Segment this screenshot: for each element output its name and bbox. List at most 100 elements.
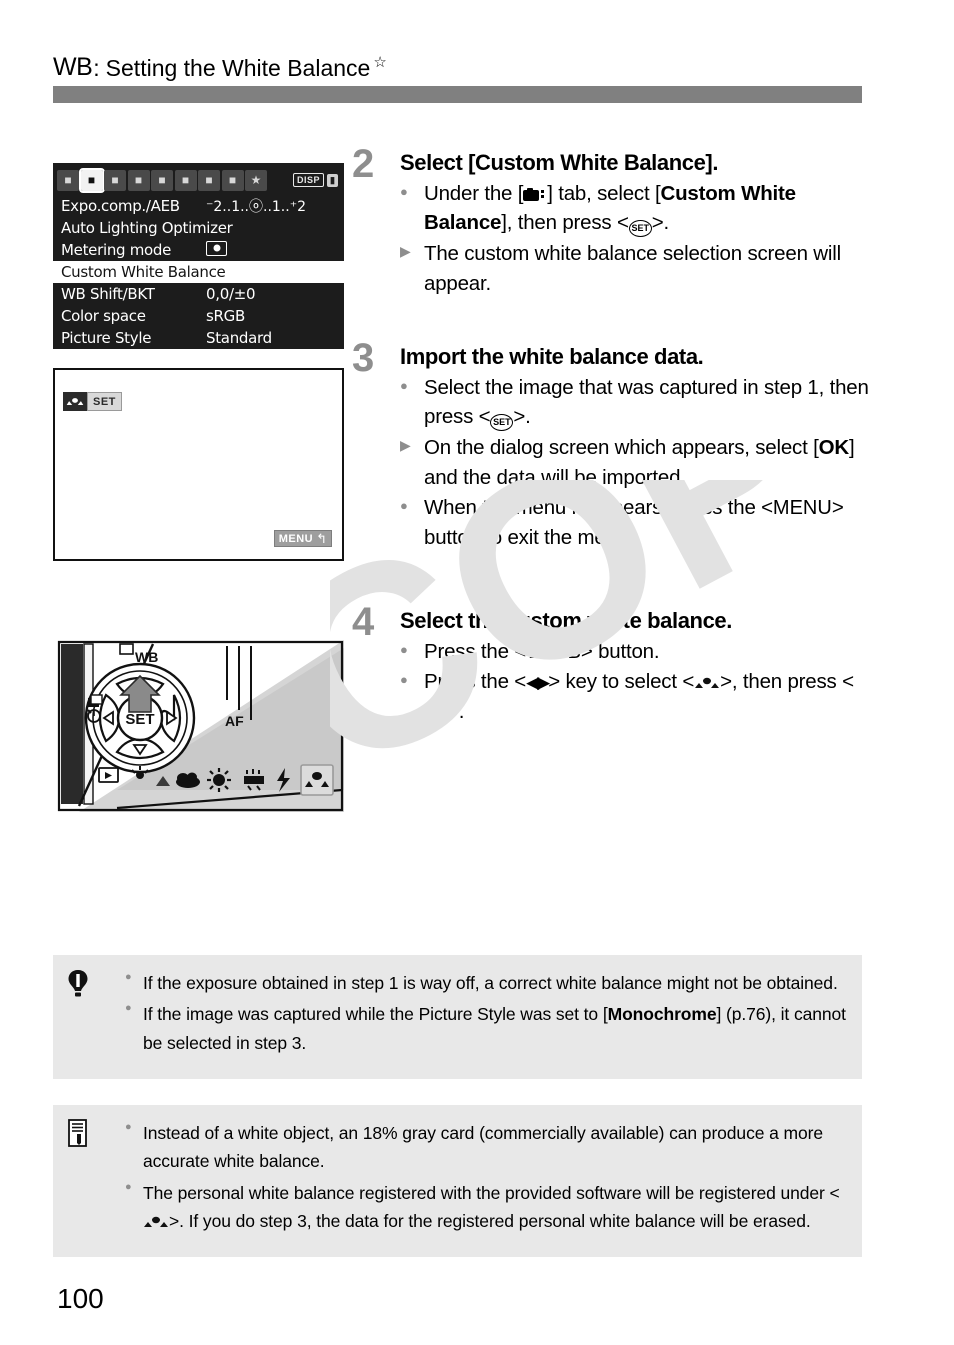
menu-label: Picture Style xyxy=(61,329,152,347)
menu-row-expo-comp[interactable]: Expo.comp./AEB ⁻2..1..ⓞ..1..⁺2 xyxy=(53,195,344,217)
menu-label: Expo.comp./AEB xyxy=(61,197,180,215)
bullet-item: On the dialog screen which appears, sele… xyxy=(400,433,872,492)
caution-note: ● If the exposure obtained in step 1 is … xyxy=(53,955,862,1079)
playback-tab-1[interactable]: ■ xyxy=(127,169,150,191)
menu-row-picture-style[interactable]: Picture Style Standard xyxy=(53,327,344,349)
evaluative-metering-icon xyxy=(206,240,227,256)
tip-note: ● Instead of a white object, an 18% gray… xyxy=(53,1105,862,1257)
wb-custom-icon xyxy=(694,669,720,689)
menu-return-badge[interactable]: MENU ↰ xyxy=(273,530,332,547)
header-rule-bar xyxy=(53,86,862,103)
step-title: Import the white balance data. xyxy=(400,344,704,369)
bullet-item: Press the <◀▶> key to select <>, then pr… xyxy=(400,667,872,726)
bullet-dot-icon xyxy=(400,667,424,691)
menu-label: WB Shift/BKT xyxy=(61,285,155,303)
step-bullets: Under the [] tab, select [Custom White B… xyxy=(400,179,872,298)
set-badge-label: SET xyxy=(87,392,122,411)
setup-tab-2[interactable]: ■ xyxy=(198,169,220,191)
setup-tab-3[interactable]: ■ xyxy=(221,169,244,191)
wb-custom-icon xyxy=(63,392,87,411)
step-number: 4 xyxy=(352,600,375,644)
bullet-text: When the menu reappears, press the <MENU… xyxy=(424,496,844,549)
menu-value: Standard xyxy=(206,329,272,347)
step-4: 4 Select the custom white balance. Press… xyxy=(352,602,872,727)
note-bullet: ● Instead of a white object, an 18% gray… xyxy=(125,1119,846,1176)
shoot-tab-3[interactable]: ■ xyxy=(104,169,126,191)
wb-custom-glyph xyxy=(66,398,84,405)
bullet-item: Press the <▲ WB> button. xyxy=(400,637,872,667)
step-bullets: Press the <▲ WB> button. Press the <◀▶> … xyxy=(400,637,872,727)
menu-row-wb-shift-bkt[interactable]: WB Shift/BKT 0,0/±0 xyxy=(53,283,344,305)
wb-label: WB xyxy=(135,649,158,665)
wb-symbol: WB xyxy=(53,53,93,81)
menu-value: ⁻2..1..ⓞ..1..⁺2 xyxy=(206,199,307,215)
step-3: 3 Import the white balance data. Select … xyxy=(352,338,872,604)
note-text: Instead of a white object, an 18% gray c… xyxy=(143,1123,823,1172)
shoot-tab-1[interactable]: ■ xyxy=(57,169,79,191)
note-text: The personal white balance registered wi… xyxy=(143,1182,840,1232)
bullet-dot-icon: ● xyxy=(125,1180,132,1193)
note-bullet: ● The personal white balance registered … xyxy=(125,1179,846,1236)
step-number: 3 xyxy=(352,336,375,380)
set-button-icon: SET xyxy=(424,708,447,726)
display-button xyxy=(119,643,134,655)
bullet-text: Press the <▲ WB> button. xyxy=(424,639,660,663)
menu-row-custom-white-balance[interactable]: Custom White Balance xyxy=(53,261,344,283)
menu-row-auto-lighting-optimizer[interactable]: Auto Lighting Optimizer xyxy=(53,217,344,239)
playback-button xyxy=(98,767,119,783)
menu-label: Auto Lighting Optimizer xyxy=(61,219,233,237)
menu-value: sRGB xyxy=(206,307,245,325)
bullet-triangle-icon xyxy=(400,239,424,263)
bullet-dot-icon: ● xyxy=(125,1121,132,1133)
setup-tab-1[interactable]: ■ xyxy=(174,169,197,191)
bullet-dot-icon: ● xyxy=(125,1002,132,1015)
bullet-text: Under the [] tab, select [Custom White B… xyxy=(424,179,872,238)
note-bullet: ● If the exposure obtained in step 1 is … xyxy=(125,969,846,997)
my-menu-tab[interactable]: ★ xyxy=(245,169,267,191)
menu-button-icon: MENU xyxy=(772,497,832,520)
left-right-key-icon: ◀▶ xyxy=(526,673,550,693)
menu-label: Custom White Balance xyxy=(61,263,226,281)
camera-menu-screenshot: ■ ■ ■ ■ ■ ■ ■ ■ ★ DISP ▮ Expo.comp./AEB … xyxy=(53,163,344,349)
bullet-item: Select the image that was captured in st… xyxy=(400,373,872,432)
note-icon xyxy=(61,1119,125,1243)
camera-grip xyxy=(61,644,83,804)
bullet-triangle-icon xyxy=(400,433,424,457)
shooting-tab-icon xyxy=(523,187,547,202)
step-number: 2 xyxy=(352,142,375,186)
menu-row-color-space[interactable]: Color space sRGB xyxy=(53,305,344,327)
page-number: 100 xyxy=(57,1283,104,1314)
step-title: Select [Custom White Balance]. xyxy=(400,150,719,175)
disp-indicator-group: DISP ▮ xyxy=(293,173,340,187)
page-header: WB : Setting the White Balance ☆ xyxy=(53,40,863,80)
bullet-text: The custom white balance selection scree… xyxy=(424,241,841,295)
menu-tab-row: ■ ■ ■ ■ ■ ■ ■ ■ ★ DISP ▮ xyxy=(53,163,344,195)
menu-value xyxy=(206,240,336,260)
note-text: If the exposure obtained in step 1 is wa… xyxy=(143,973,838,993)
bullet-text: Select the image that was captured in st… xyxy=(424,373,872,432)
shoot-tab-2[interactable]: ■ xyxy=(78,167,105,193)
note-bullet: ● If the image was captured while the Pi… xyxy=(125,1000,846,1057)
caution-icon xyxy=(61,969,125,1065)
set-button-icon: SET xyxy=(490,414,514,432)
instruction-steps: 2 Select [Custom White Balance]. Under t… xyxy=(352,144,872,731)
menu-label: Color space xyxy=(61,307,146,325)
return-arrow-icon: ↰ xyxy=(316,531,327,546)
bullet-text: Press the <◀▶> key to select < >, then pr… xyxy=(424,667,872,726)
af-label: AF xyxy=(225,713,244,729)
bullet-item: When the menu reappears, press the <MENU… xyxy=(400,493,872,552)
wb-custom-icon xyxy=(300,764,334,796)
lv-badge: ▮ xyxy=(327,173,338,187)
step-bullets: Select the image that was captured in st… xyxy=(400,373,872,552)
playback-tab-2[interactable]: ■ xyxy=(151,169,173,191)
bullet-text: On the dialog screen which appears, sele… xyxy=(424,435,855,489)
menu-row-metering-mode[interactable]: Metering mode xyxy=(53,239,344,261)
wb-custom-icon xyxy=(143,1209,169,1228)
set-badge-group: SET xyxy=(63,392,122,411)
page-title: Setting the White Balance xyxy=(105,55,371,81)
step-title: Select the custom white balance. xyxy=(400,608,732,633)
camera-back-controls-diagram: WB AF SET xyxy=(57,640,344,812)
custom-wb-selection-screen: SET MENU ↰ xyxy=(53,368,344,561)
header-colon: : xyxy=(93,55,100,81)
menu-label: Metering mode xyxy=(61,241,172,259)
